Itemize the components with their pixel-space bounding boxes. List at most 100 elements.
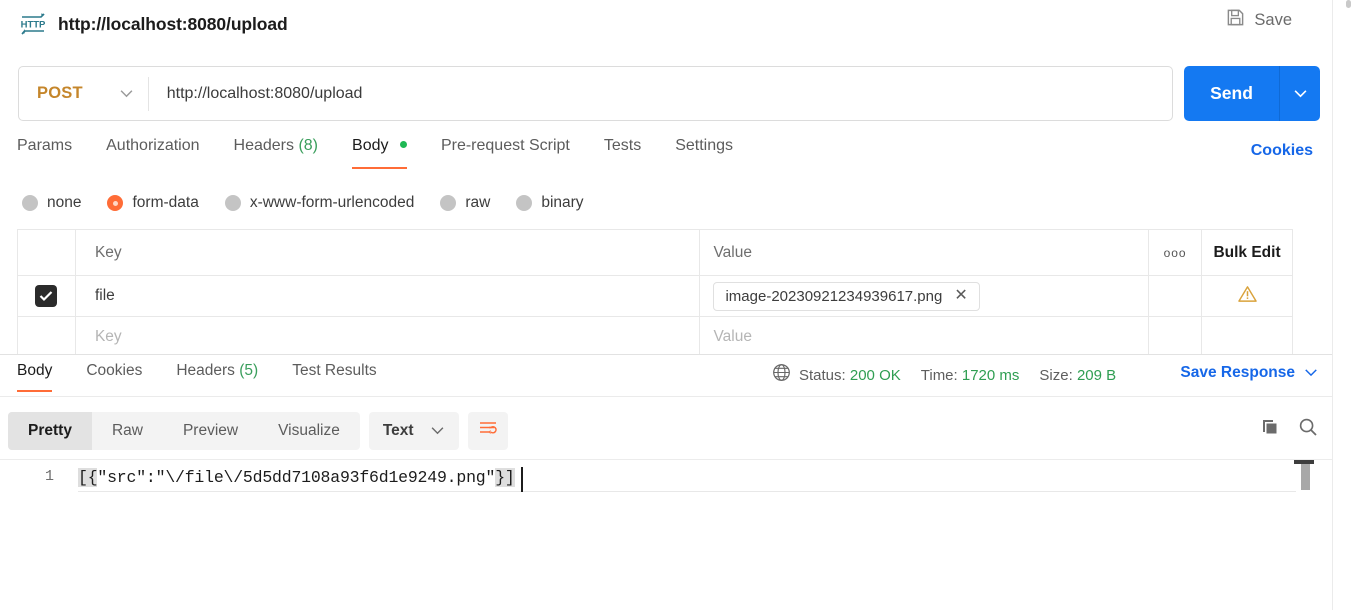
row-key-value: file <box>94 287 115 304</box>
response-tab-test-results[interactable]: Test Results <box>283 358 385 392</box>
response-format-selector[interactable]: Text <box>368 412 459 450</box>
tab-headers[interactable]: Headers (8) <box>234 134 319 169</box>
table-row: file image-20230921234939617.png ✕ <box>18 276 1292 317</box>
size-value: 209 B <box>1076 366 1117 384</box>
postman-window: HTTP http://localhost:8080/upload Save P… <box>0 0 1354 610</box>
response-tab-test-results-label: Test Results <box>292 362 377 379</box>
editor-scrollbar-thumb[interactable] <box>1301 464 1310 490</box>
body-type-radio-group: none form-data x-www-form-urlencoded raw… <box>22 188 610 218</box>
empty-row-value-placeholder: Value <box>713 328 752 345</box>
radio-none-label: none <box>47 194 82 211</box>
size-group: Size: 209 B <box>1039 367 1116 384</box>
radio-binary-icon <box>516 195 533 211</box>
form-data-table: Key Value ooo Bulk Edit file image-20230… <box>17 229 1293 354</box>
empty-row-value-cell[interactable]: Value <box>700 317 1150 354</box>
radio-binary[interactable]: binary <box>516 194 584 212</box>
svg-text:HTTP: HTTP <box>21 19 46 30</box>
globe-icon <box>772 363 791 387</box>
table-more-options-button[interactable]: ooo <box>1149 230 1203 275</box>
viewer-mode-raw[interactable]: Raw <box>92 412 163 450</box>
chevron-down-icon <box>1304 364 1318 382</box>
body-modified-dot-icon <box>399 141 407 148</box>
status-value: 200 OK <box>849 366 901 384</box>
method-label: POST <box>37 84 83 102</box>
chevron-down-icon <box>430 422 445 440</box>
response-tabs-rule <box>0 396 1332 397</box>
viewer-mode-raw-label: Raw <box>111 422 143 439</box>
bulk-edit-button[interactable]: Bulk Edit <box>1202 230 1292 275</box>
cookies-link[interactable]: Cookies <box>1251 142 1313 160</box>
page-scrollbar-thumb[interactable] <box>1346 0 1351 8</box>
radio-x-www-form-urlencoded-label: x-www-form-urlencoded <box>249 194 415 211</box>
tab-body[interactable]: Body <box>352 134 407 169</box>
viewer-mode-visualize-label: Visualize <box>278 422 340 439</box>
tab-params-label: Params <box>17 137 73 154</box>
row-value-cell[interactable]: image-20230921234939617.png ✕ <box>700 276 1150 316</box>
radio-form-data[interactable]: form-data <box>107 194 199 212</box>
search-icon[interactable] <box>1298 417 1318 437</box>
save-label: Save <box>1254 10 1292 29</box>
save-response-button[interactable]: Save Response <box>1180 364 1318 382</box>
radio-none[interactable]: none <box>22 194 81 212</box>
viewer-mode-visualize[interactable]: Visualize <box>258 412 360 450</box>
response-tab-body[interactable]: Body <box>8 358 61 392</box>
request-header-bar: HTTP http://localhost:8080/upload <box>0 0 1332 48</box>
radio-raw-label: raw <box>465 194 491 211</box>
viewer-actions <box>1260 417 1318 437</box>
response-viewer-toolbar: Pretty Raw Preview Visualize Text <box>8 411 508 451</box>
time-label: Time: <box>920 366 958 384</box>
radio-raw[interactable]: raw <box>440 194 490 212</box>
close-icon[interactable]: ✕ <box>954 288 967 304</box>
viewer-mode-group: Pretty Raw Preview Visualize <box>8 412 360 450</box>
row-checkbox[interactable] <box>35 285 58 307</box>
send-button[interactable]: Send <box>1184 83 1279 104</box>
response-tab-headers[interactable]: Headers (5) <box>167 358 267 392</box>
tab-authorization-label: Authorization <box>106 137 200 154</box>
send-options-chevron-down-icon[interactable] <box>1280 85 1320 103</box>
row-key-cell[interactable]: file <box>76 276 701 316</box>
copy-icon[interactable] <box>1260 417 1280 437</box>
status-group: Status: 200 OK <box>799 367 901 384</box>
table-empty-row: Key Value <box>18 317 1292 354</box>
tab-authorization[interactable]: Authorization <box>106 134 199 169</box>
request-tabs: Params Authorization Headers (8) Body Pr… <box>0 134 1332 176</box>
radio-x-www-form-urlencoded[interactable]: x-www-form-urlencoded <box>224 194 415 212</box>
time-value: 1720 ms <box>961 366 1020 384</box>
viewer-mode-preview-label: Preview <box>182 422 239 439</box>
save-button[interactable]: Save <box>1226 8 1292 32</box>
url-input[interactable] <box>148 67 1172 120</box>
right-rail <box>1332 0 1354 610</box>
json-close-brackets: }] <box>495 468 515 487</box>
text-wrap-toggle[interactable] <box>467 412 508 450</box>
method-selector[interactable]: POST <box>19 67 148 120</box>
empty-row-key-placeholder: Key <box>94 328 122 345</box>
line-number-gutter: 1 <box>0 460 66 610</box>
empty-row-warning-cell <box>1202 317 1292 354</box>
warning-triangle-icon[interactable] <box>1237 285 1257 308</box>
tab-settings[interactable]: Settings <box>675 134 733 169</box>
tab-headers-count: (8) <box>298 137 319 154</box>
response-tab-cookies[interactable]: Cookies <box>77 358 151 392</box>
radio-form-data-label: form-data <box>132 194 199 211</box>
response-tab-headers-count: (5) <box>239 362 259 379</box>
empty-row-key-cell[interactable]: Key <box>76 317 701 354</box>
floppy-disk-icon <box>1226 8 1245 32</box>
url-row: POST <box>18 66 1173 121</box>
viewer-mode-preview[interactable]: Preview <box>163 412 258 450</box>
response-meta: Status: 200 OK Time: 1720 ms Size: 209 B <box>772 363 1128 387</box>
file-chip[interactable]: image-20230921234939617.png ✕ <box>713 281 980 311</box>
bulk-edit-label: Bulk Edit <box>1213 243 1281 261</box>
viewer-mode-pretty[interactable]: Pretty <box>8 412 92 450</box>
response-body-line-1[interactable]: [{"src":"\/file\/5d5dd7108a93f6d1e9249.p… <box>78 468 515 492</box>
tab-pre-request-script[interactable]: Pre-request Script <box>441 134 570 169</box>
tab-settings-label: Settings <box>675 137 734 154</box>
chevron-down-icon <box>119 85 134 103</box>
header-cell-value: Value <box>700 230 1150 275</box>
empty-row-options-cell <box>1149 317 1203 354</box>
save-response-label: Save Response <box>1180 364 1295 381</box>
radio-raw-icon <box>440 195 457 211</box>
tab-params[interactable]: Params <box>17 134 72 169</box>
tab-tests[interactable]: Tests <box>604 134 641 169</box>
send-button-group[interactable]: Send <box>1184 66 1320 121</box>
header-key-label: Key <box>94 243 122 261</box>
